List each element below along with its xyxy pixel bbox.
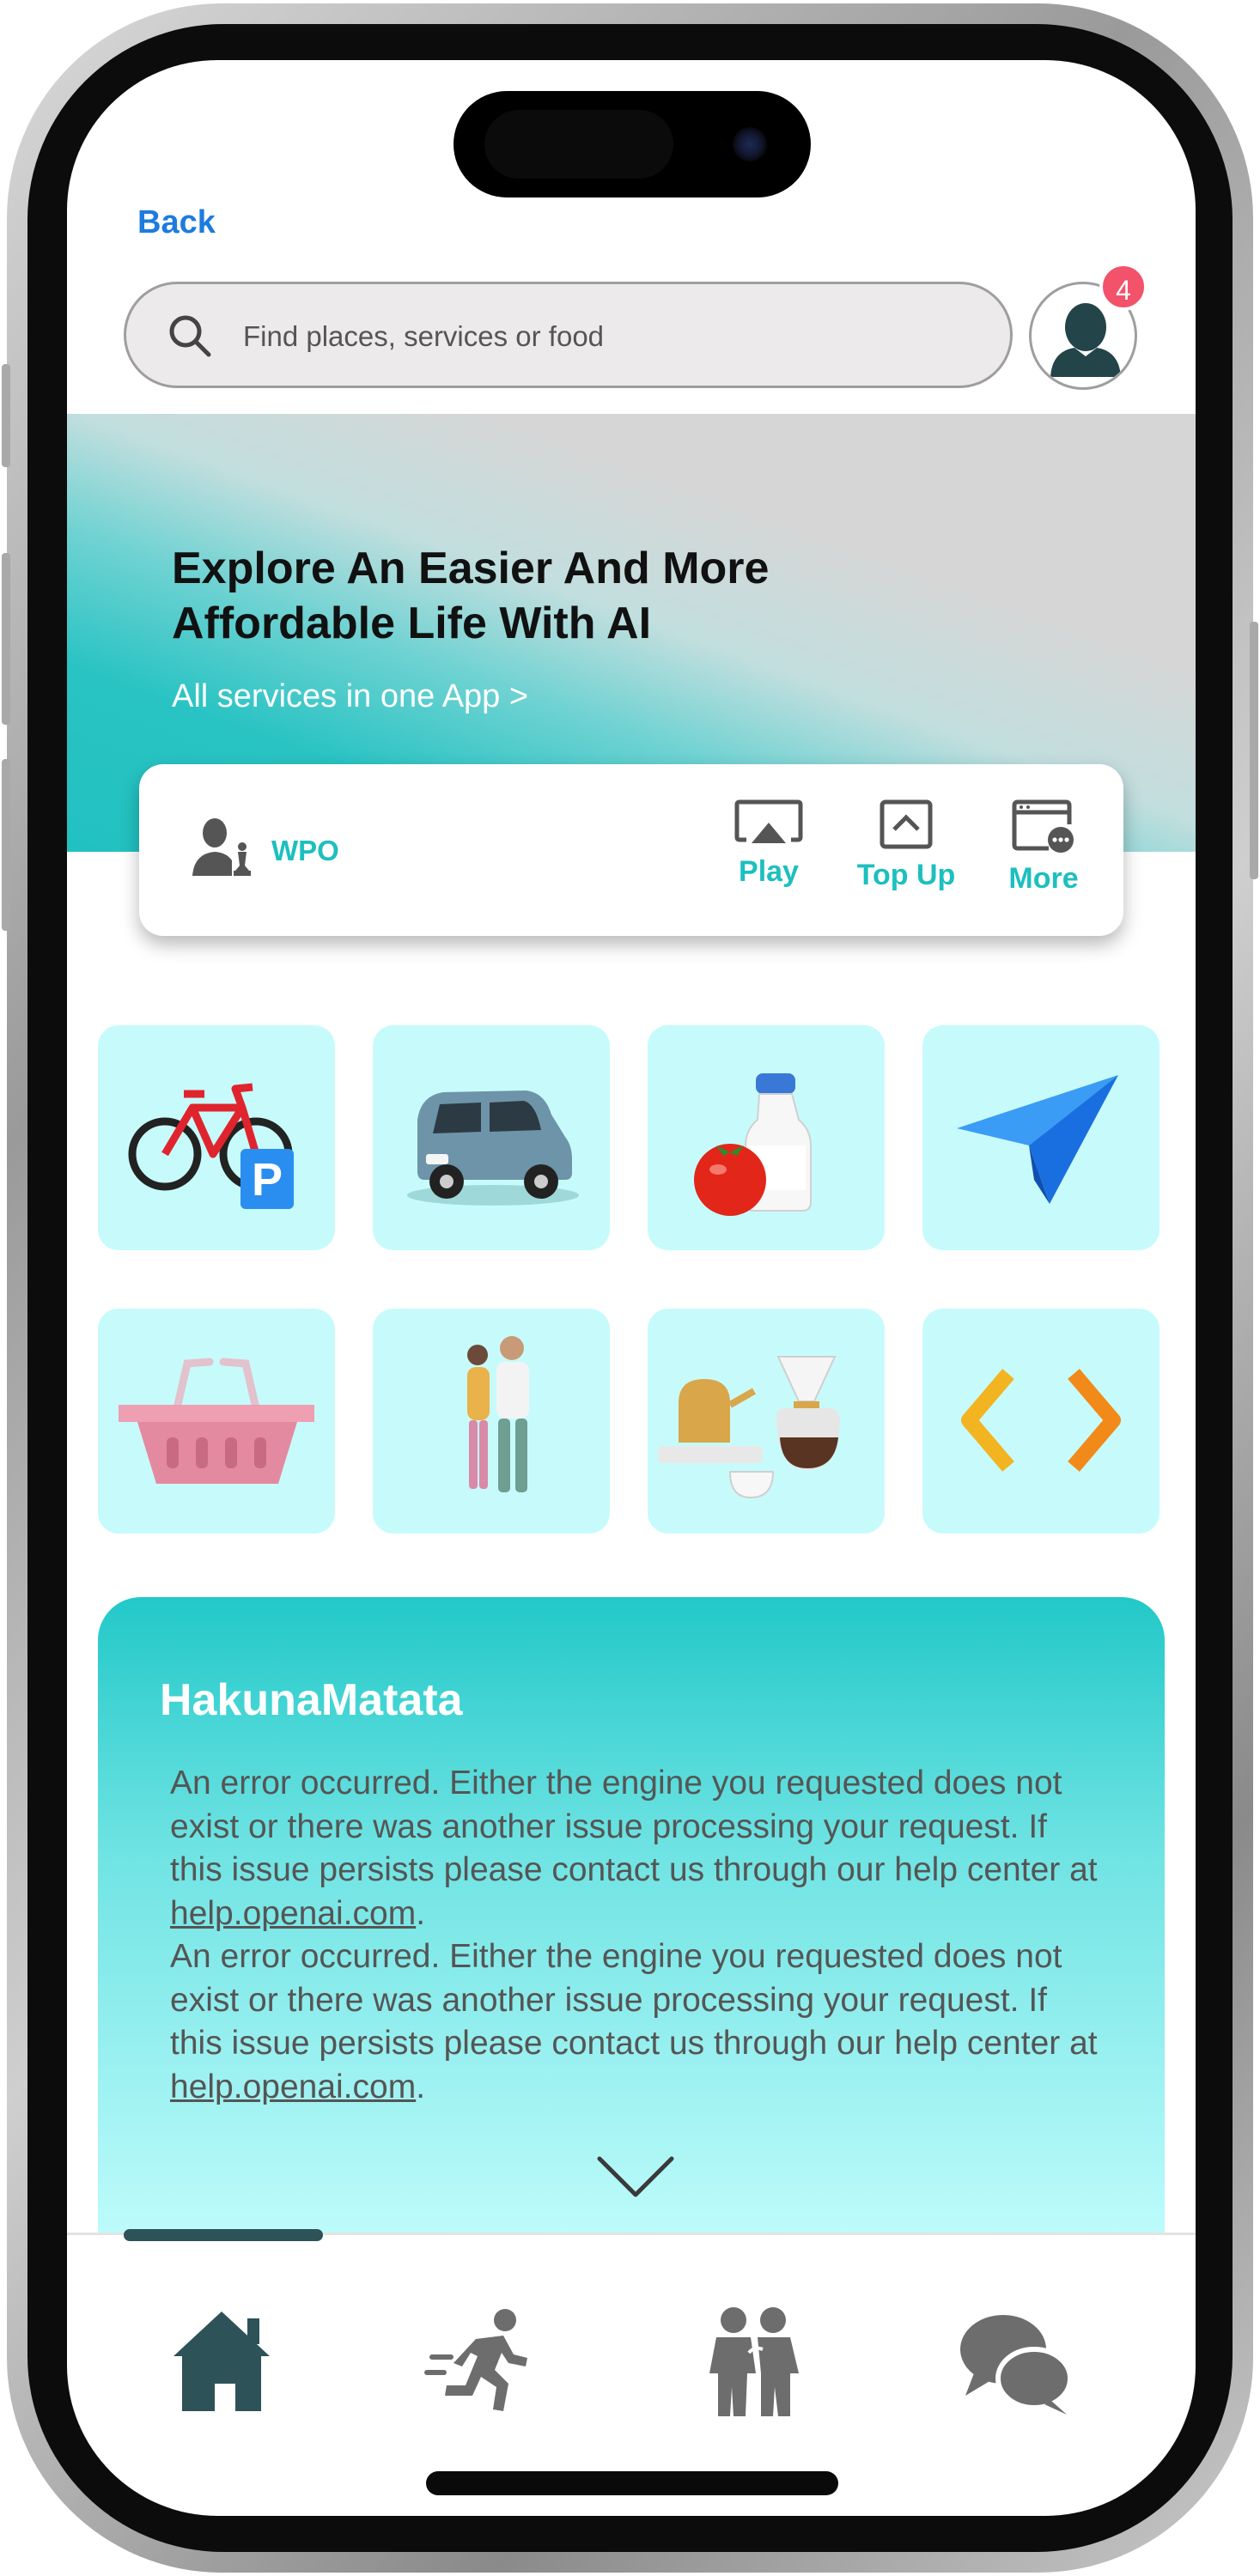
power-button — [1250, 622, 1258, 879]
home-indicator[interactable] — [426, 2471, 838, 2495]
code-brackets-icon — [961, 1369, 1121, 1472]
volume-up-button — [2, 553, 10, 725]
service-tile-send[interactable] — [922, 1025, 1160, 1250]
help-center-link[interactable]: help.openai.com — [170, 1895, 416, 1932]
coffee-icon — [658, 1356, 840, 1499]
service-tile-shopping[interactable] — [98, 1309, 335, 1534]
top-up-icon — [880, 799, 933, 849]
help-center-link-2[interactable]: help.openai.com — [170, 2069, 416, 2105]
notification-badge: 4 — [1099, 263, 1147, 311]
nav-chat[interactable] — [955, 2301, 1075, 2421]
quick-actions-card: WPO Play Top Up More — [139, 764, 1123, 936]
sensor-pill — [484, 110, 673, 179]
shopping-basket-icon — [119, 1358, 314, 1484]
service-tile-family[interactable] — [373, 1309, 610, 1534]
top-up-button[interactable]: Top Up — [842, 799, 971, 892]
search-icon — [169, 315, 211, 357]
more-window-icon — [1012, 799, 1074, 853]
period-2: . — [416, 2068, 426, 2105]
nav-activity[interactable] — [424, 2301, 545, 2421]
hero-subtitle-link[interactable]: All services in one App > — [172, 678, 528, 715]
service-tile-groceries[interactable] — [648, 1025, 885, 1250]
service-tile-car[interactable] — [373, 1025, 610, 1250]
more-label: More — [1008, 862, 1079, 895]
info-card: HakunaMatata An error occurred. Either t… — [98, 1597, 1165, 2233]
running-icon — [424, 2309, 527, 2411]
chess-user-icon — [192, 818, 251, 876]
info-card-body: An error occurred. Either the engine you… — [170, 1762, 1098, 2109]
chat-icon — [960, 2315, 1073, 2415]
car-icon — [407, 1091, 579, 1206]
nav-community[interactable] — [694, 2301, 814, 2421]
top-up-label: Top Up — [856, 859, 956, 891]
play-button[interactable]: Play — [704, 799, 833, 889]
service-tile-coffee[interactable] — [648, 1309, 885, 1534]
period-1: . — [416, 1894, 426, 1932]
home-icon — [173, 2312, 270, 2411]
people-icon — [709, 2307, 799, 2416]
camera-icon — [733, 127, 767, 161]
nav-home[interactable] — [161, 2301, 282, 2421]
info-paragraph-1: An error occurred. Either the engine you… — [170, 1765, 1098, 1888]
search-placeholder: Find places, services or food — [243, 320, 605, 352]
action-button — [2, 364, 10, 467]
info-paragraph-2: An error occurred. Either the engine you… — [170, 1938, 1098, 2062]
play-label: Play — [739, 855, 799, 888]
svg-text:P: P — [252, 1154, 283, 1206]
groceries-icon — [694, 1073, 812, 1216]
volume-down-button — [2, 759, 10, 931]
dynamic-island — [453, 91, 811, 197]
more-button[interactable]: More — [979, 799, 1108, 896]
chevron-down-icon[interactable] — [596, 2155, 675, 2200]
search-input[interactable]: Find places, services or food — [124, 282, 1013, 388]
service-tile-code[interactable] — [922, 1309, 1160, 1534]
paper-plane-icon — [957, 1075, 1118, 1204]
brand-label: WPO — [271, 835, 339, 866]
app-screen: Back Find places, services or food 4 Exp… — [67, 60, 1196, 2516]
bicycle-parking-icon: P — [128, 1083, 294, 1209]
info-card-title: HakunaMatata — [160, 1675, 463, 1725]
family-icon — [467, 1336, 529, 1492]
service-tile-bike-parking[interactable]: P — [98, 1025, 335, 1250]
hero-title: Explore An Easier And More Affordable Li… — [172, 544, 770, 648]
airplay-icon — [734, 799, 803, 843]
active-tab-indicator — [124, 2229, 323, 2241]
back-button[interactable]: Back — [137, 204, 216, 241]
